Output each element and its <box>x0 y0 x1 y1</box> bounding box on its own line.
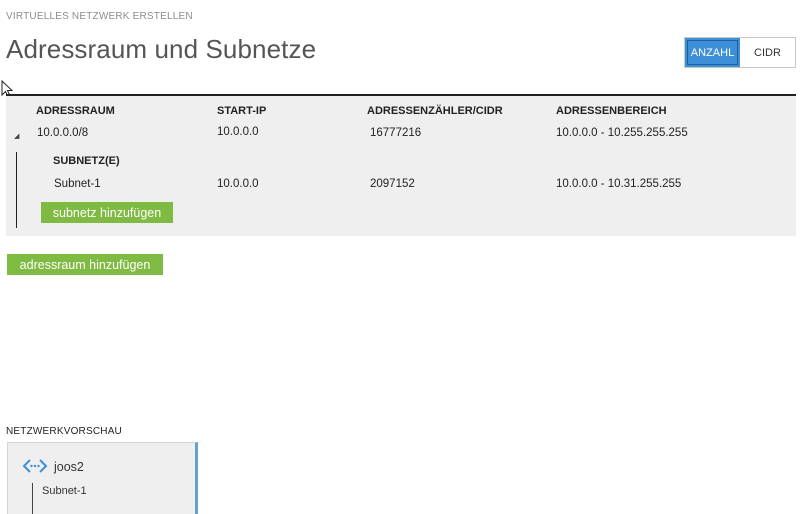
column-header-address-space: ADRESSRAUM <box>36 105 115 117</box>
subnet-count[interactable]: 2097152 <box>370 178 415 190</box>
network-preview-label: NETZWERKVORSCHAU <box>6 426 122 437</box>
preview-network-name: joos2 <box>54 460 84 474</box>
column-header-address-range: ADRESSENBEREICH <box>556 105 667 117</box>
subnets-header: SUBNETZ(E) <box>53 155 120 167</box>
subnet-name[interactable]: Subnet-1 <box>54 178 101 190</box>
toggle-cidr-button[interactable]: CIDR <box>740 38 795 67</box>
page-title: Adressraum und Subnetze <box>6 34 317 64</box>
address-space-start-ip: 10.0.0.0 <box>217 126 259 138</box>
network-preview-box: joos2 Subnet-1 <box>7 442 198 514</box>
column-header-start-ip: START-IP <box>217 105 267 117</box>
column-header-address-count: ADRESSENZÄHLER/CIDR <box>367 105 503 117</box>
collapse-triangle-icon[interactable]: ◢ <box>14 132 19 140</box>
count-cidr-toggle: ANZAHL CIDR <box>684 37 796 68</box>
preview-subnet-name: Subnet-1 <box>42 485 87 497</box>
address-space-value[interactable]: 10.0.0.0/8 <box>37 127 88 139</box>
virtual-network-icon <box>22 459 48 473</box>
add-subnet-button[interactable]: subnetz hinzufügen <box>41 202 173 223</box>
preview-tree-line <box>32 483 33 514</box>
toggle-anzahl-button[interactable]: ANZAHL <box>685 38 740 67</box>
wizard-step-title: VIRTUELLES NETZWERK ERSTELLEN <box>6 11 193 22</box>
subnet-tree-line <box>16 152 17 228</box>
address-space-range: 10.0.0.0 - 10.255.255.255 <box>556 127 688 139</box>
subnet-range: 10.0.0.0 - 10.31.255.255 <box>556 178 682 190</box>
address-space-count: 16777216 <box>370 127 422 139</box>
address-space-panel: ADRESSRAUM START-IP ADRESSENZÄHLER/CIDR … <box>6 94 796 236</box>
subnet-start-ip[interactable]: 10.0.0.0 <box>217 178 259 190</box>
add-address-space-button[interactable]: adressraum hinzufügen <box>7 254 163 275</box>
